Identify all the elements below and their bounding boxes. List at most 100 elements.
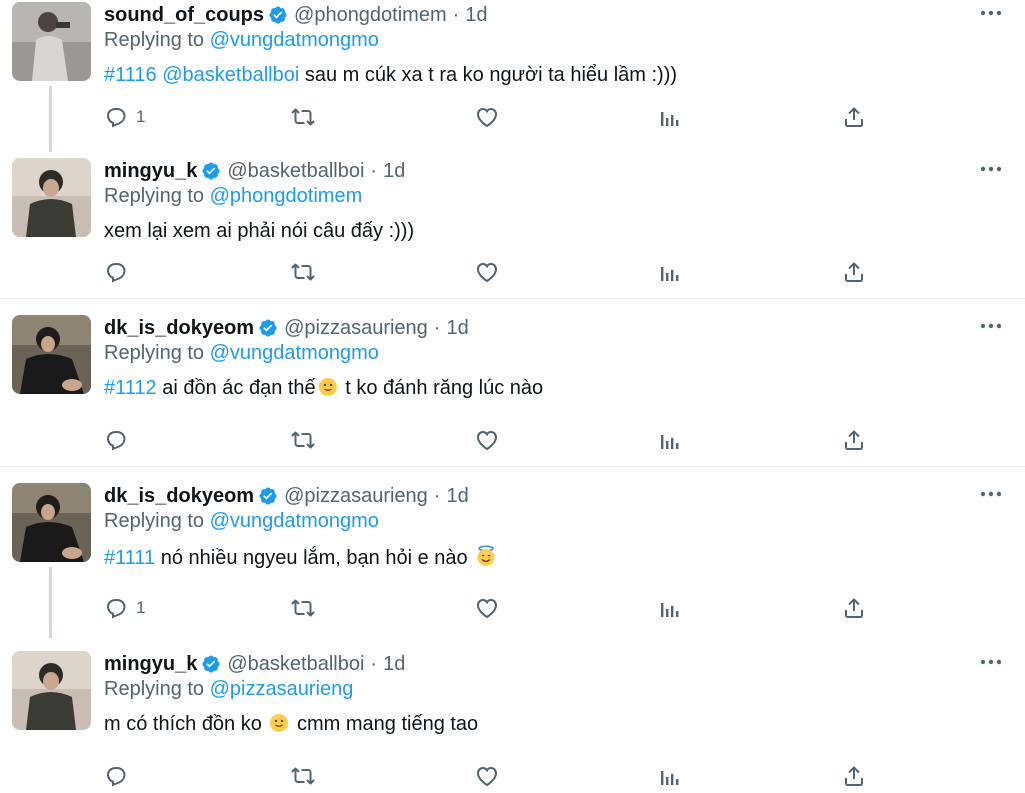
like-button[interactable] — [474, 102, 500, 132]
timestamp[interactable]: 1d — [383, 160, 405, 183]
views-button[interactable] — [659, 593, 681, 623]
like-button[interactable] — [474, 257, 500, 287]
share-button[interactable] — [842, 761, 866, 791]
reply-button[interactable]: 1 — [104, 102, 145, 132]
views-icon — [659, 597, 681, 619]
user-handle[interactable]: @pizzasaurieng — [284, 485, 428, 508]
slightly-smiling-face-emoji — [269, 713, 289, 739]
share-button[interactable] — [842, 257, 866, 287]
retweet-icon — [289, 596, 317, 620]
avatar[interactable] — [12, 2, 91, 81]
share-button[interactable] — [842, 102, 866, 132]
avatar[interactable] — [12, 483, 91, 562]
tweet-text: #1111 nó nhiều ngyeu lắm, bạn hỏi e nào — [104, 545, 499, 573]
user-handle[interactable]: @basketballboi — [227, 160, 364, 183]
hashtag[interactable]: #1112 — [104, 377, 157, 399]
reply-icon — [104, 105, 128, 129]
tweet-divider — [0, 298, 1025, 299]
views-icon — [659, 261, 681, 283]
user-handle[interactable]: @pizzasaurieng — [284, 317, 428, 340]
more-options-icon[interactable] — [977, 483, 1005, 505]
retweet-button[interactable] — [289, 102, 317, 132]
tweet-actions: 1 — [104, 593, 884, 623]
views-button[interactable] — [659, 761, 681, 791]
retweet-button[interactable] — [289, 761, 317, 791]
retweet-icon — [289, 428, 317, 452]
avatar[interactable] — [12, 158, 91, 237]
display-name[interactable]: dk_is_dokyeom — [104, 485, 254, 508]
tweet-body-continued: t ko đánh răng lúc nào — [339, 377, 544, 399]
like-icon — [474, 764, 500, 788]
reply-button[interactable] — [104, 761, 136, 791]
mention[interactable]: @basketballboi — [162, 64, 299, 86]
more-options-icon[interactable] — [977, 158, 1005, 180]
tweet-body: ai đồn ác đạn thế — [156, 377, 316, 399]
tweet-header: mingyu_k @basketballboi · 1d — [104, 158, 405, 184]
tweet-text: #1112 ai đồn ác đạn thế t ko đánh răng l… — [104, 377, 543, 403]
thread-line — [49, 567, 52, 638]
avatar[interactable] — [12, 651, 91, 730]
timestamp[interactable]: 1d — [446, 485, 468, 508]
tweet-header: sound_of_coups @phongdotimem · 1d — [104, 2, 488, 28]
more-options-icon[interactable] — [977, 651, 1005, 673]
like-button[interactable] — [474, 761, 500, 791]
display-name[interactable]: sound_of_coups — [104, 4, 264, 27]
tweet-body: nó nhiều ngyeu lắm, bạn hỏi e nào — [155, 547, 474, 569]
reply-icon — [104, 764, 128, 788]
replying-to-handle[interactable]: @phongdotimem — [210, 185, 363, 207]
retweet-button[interactable] — [289, 593, 317, 623]
tweet-header: dk_is_dokyeom @pizzasaurieng · 1d — [104, 483, 469, 509]
separator-dot: · — [370, 652, 378, 675]
reply-button[interactable] — [104, 257, 136, 287]
like-icon — [474, 260, 500, 284]
hashtag[interactable]: #1116 — [104, 64, 157, 86]
reply-icon — [104, 260, 128, 284]
avatar[interactable] — [12, 315, 91, 394]
tweet[interactable]: sound_of_coups @phongdotimem · 1d Replyi… — [0, 2, 1025, 152]
retweet-button[interactable] — [289, 425, 317, 455]
reply-icon — [104, 428, 128, 452]
timestamp[interactable]: 1d — [383, 653, 405, 676]
tweet-body-continued: cmm mang tiếng tao — [291, 713, 479, 735]
tweet-actions — [104, 257, 884, 287]
display-name[interactable]: dk_is_dokyeom — [104, 317, 254, 340]
like-button[interactable] — [474, 425, 500, 455]
reply-button[interactable]: 1 — [104, 593, 145, 623]
timestamp[interactable]: 1d — [446, 317, 468, 340]
tweet[interactable]: mingyu_k @basketballboi · 1d Replying to… — [0, 158, 1025, 298]
share-icon — [842, 764, 866, 788]
tweet[interactable]: mingyu_k @basketballboi · 1d Replying to… — [0, 651, 1025, 793]
display-name[interactable]: mingyu_k — [104, 160, 197, 183]
tweet-text: xem lại xem ai phải nói câu đấy :))) — [104, 220, 414, 243]
retweet-button[interactable] — [289, 257, 317, 287]
views-button[interactable] — [659, 425, 681, 455]
share-button[interactable] — [842, 593, 866, 623]
reply-button[interactable] — [104, 425, 136, 455]
replying-to-handle[interactable]: @vungdatmongmo — [210, 342, 379, 364]
replying-to: Replying to @phongdotimem — [104, 185, 362, 208]
like-button[interactable] — [474, 593, 500, 623]
share-button[interactable] — [842, 425, 866, 455]
retweet-icon — [289, 105, 317, 129]
display-name[interactable]: mingyu_k — [104, 653, 197, 676]
more-options-icon[interactable] — [977, 2, 1005, 24]
views-button[interactable] — [659, 257, 681, 287]
reply-count: 1 — [136, 598, 146, 617]
hashtag[interactable]: #1111 — [104, 547, 155, 569]
share-icon — [842, 596, 866, 620]
user-handle[interactable]: @phongdotimem — [294, 4, 447, 27]
tweet-body: xem lại xem ai phải nói câu đấy :))) — [104, 220, 415, 242]
timestamp[interactable]: 1d — [465, 4, 487, 27]
replying-to-handle[interactable]: @pizzasaurieng — [210, 678, 354, 700]
replying-to-label: Replying to — [104, 29, 205, 51]
user-handle[interactable]: @basketballboi — [227, 653, 364, 676]
views-button[interactable] — [659, 102, 681, 132]
tweet[interactable]: dk_is_dokyeom @pizzasaurieng · 1d Replyi… — [0, 483, 1025, 638]
retweet-icon — [289, 764, 317, 788]
tweet[interactable]: dk_is_dokyeom @pizzasaurieng · 1d Replyi… — [0, 315, 1025, 465]
replying-to-handle[interactable]: @vungdatmongmo — [210, 510, 379, 532]
replying-to-handle[interactable]: @vungdatmongmo — [210, 29, 379, 51]
more-options-icon[interactable] — [977, 315, 1005, 337]
replying-to: Replying to @vungdatmongmo — [104, 510, 379, 533]
tweet-actions — [104, 761, 884, 791]
